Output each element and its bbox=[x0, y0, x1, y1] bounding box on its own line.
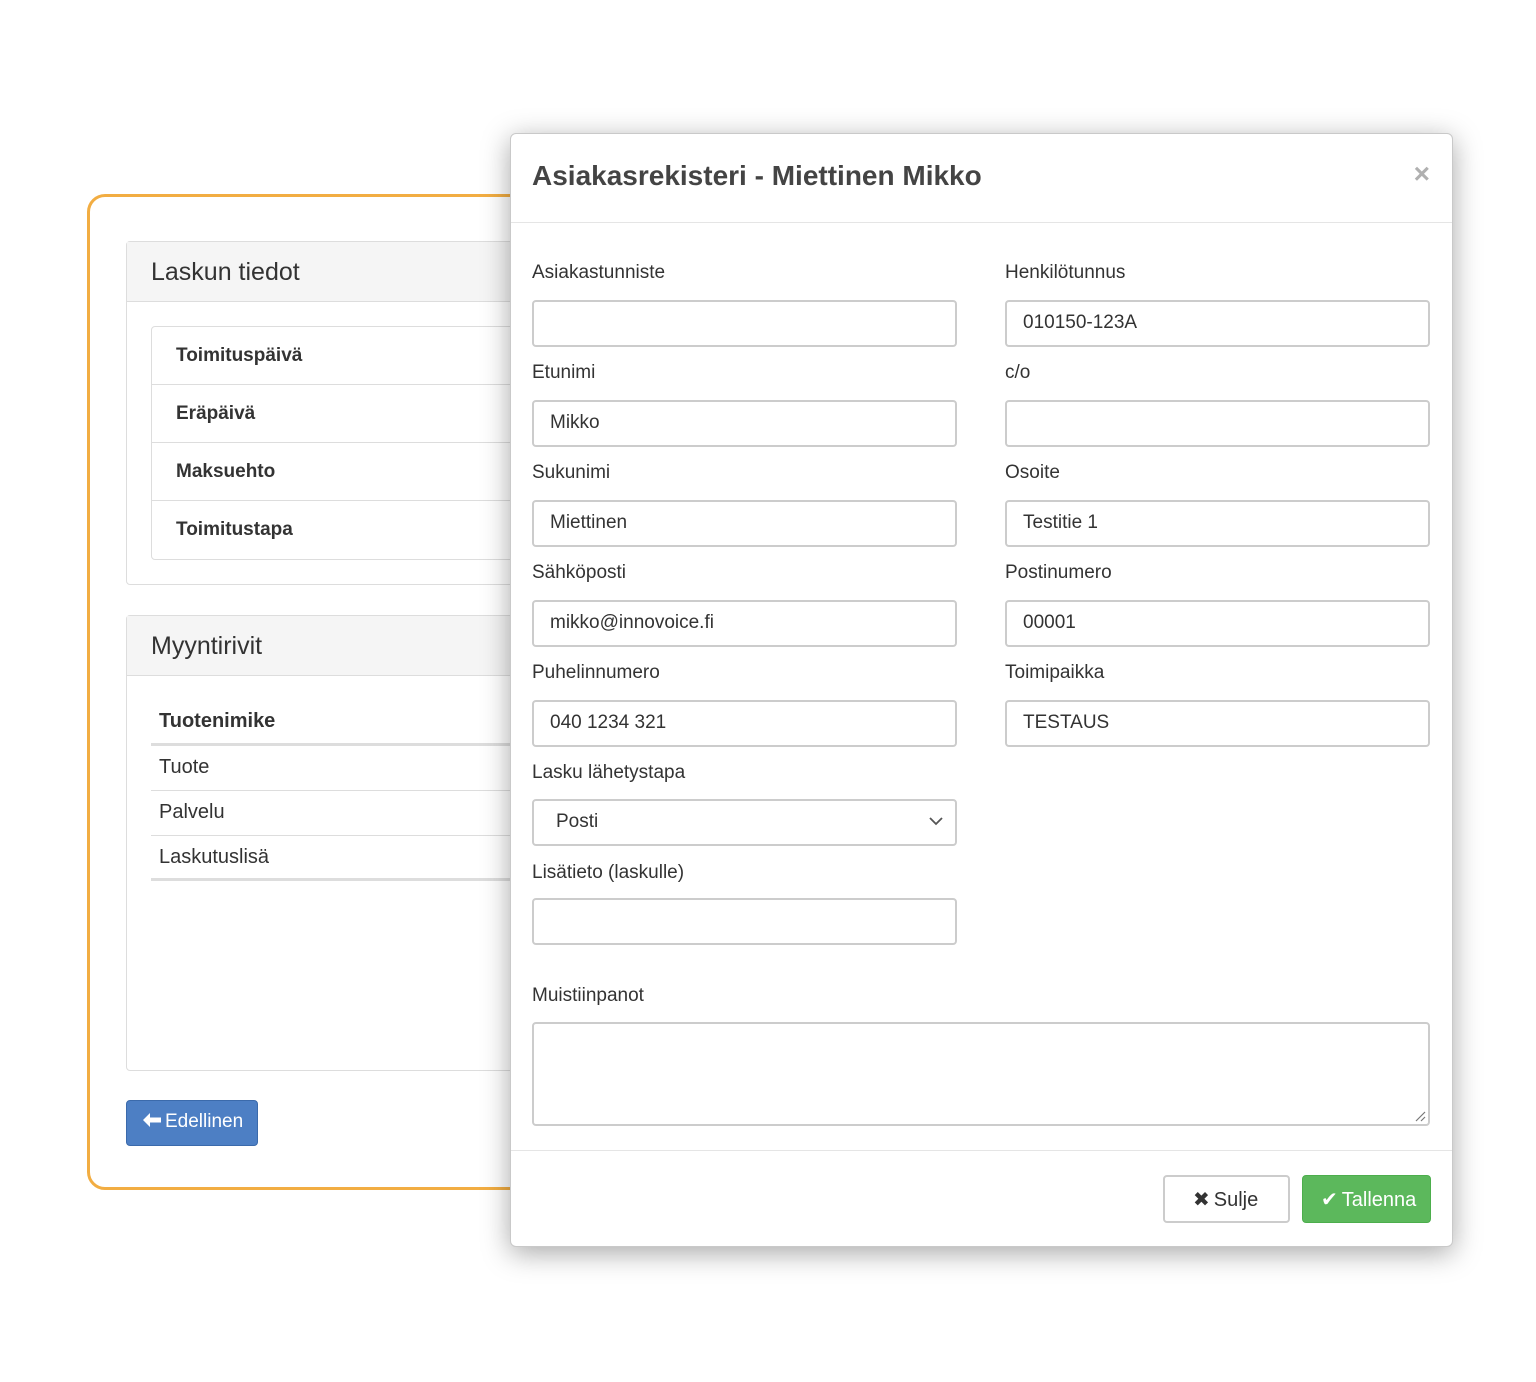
phone-label: Puhelinnumero bbox=[532, 662, 660, 683]
last-name-input[interactable]: Miettinen bbox=[532, 500, 957, 547]
postal-code-label: Postinumero bbox=[1005, 562, 1112, 583]
email-label: Sähköposti bbox=[532, 562, 627, 583]
previous-button[interactable]: Edellinen bbox=[126, 1100, 258, 1146]
modal-header: Asiakasrekisteri - Miettinen Mikko × bbox=[511, 134, 1452, 223]
care-of-label: c/o bbox=[1005, 362, 1031, 383]
modal-footer: ✖ Sulje ✔ Tallenna bbox=[511, 1150, 1452, 1246]
customer-id-label: Asiakastunniste bbox=[532, 262, 666, 283]
city-label: Toimipaikka bbox=[1005, 662, 1105, 683]
invoice-note-input[interactable] bbox=[532, 898, 957, 945]
save-button-label: Tallenna bbox=[1341, 1189, 1417, 1211]
customer-id-input[interactable] bbox=[532, 300, 957, 347]
close-button[interactable]: ✖ Sulje bbox=[1163, 1175, 1290, 1223]
first-name-label: Etunimi bbox=[532, 362, 596, 383]
save-button[interactable]: ✔ Tallenna bbox=[1302, 1175, 1431, 1223]
resize-grip-icon[interactable] bbox=[1414, 1110, 1426, 1122]
last-name-label: Sukunimi bbox=[532, 462, 611, 483]
email-input[interactable]: mikko@innovoice.fi bbox=[532, 600, 957, 647]
x-icon: ✖ bbox=[1193, 1189, 1210, 1211]
close-icon[interactable]: × bbox=[1414, 160, 1430, 188]
chevron-down-icon bbox=[929, 817, 943, 826]
check-icon: ✔ bbox=[1321, 1189, 1338, 1211]
delivery-method-value: Posti bbox=[556, 811, 599, 832]
modal-title: Asiakasrekisteri - Miettinen Mikko bbox=[532, 160, 982, 191]
delivery-method-label: Lasku lähetystapa bbox=[532, 762, 686, 783]
ssn-label: Henkilötunnus bbox=[1005, 262, 1126, 283]
phone-input[interactable]: 040 1234 321 bbox=[532, 700, 957, 747]
address-input[interactable]: Testitie 1 bbox=[1005, 500, 1430, 547]
care-of-input[interactable] bbox=[1005, 400, 1430, 447]
notes-textarea[interactable] bbox=[532, 1022, 1430, 1126]
city-input[interactable]: TESTAUS bbox=[1005, 700, 1430, 747]
arrow-left-icon bbox=[143, 1111, 161, 1133]
ssn-input[interactable]: 010150-123A bbox=[1005, 300, 1430, 347]
invoice-note-label: Lisätieto (laskulle) bbox=[532, 862, 685, 883]
previous-button-label: Edellinen bbox=[165, 1111, 244, 1132]
first-name-input[interactable]: Mikko bbox=[532, 400, 957, 447]
postal-code-input[interactable]: 00001 bbox=[1005, 600, 1430, 647]
customer-register-modal: Asiakasrekisteri - Miettinen Mikko × Asi… bbox=[510, 133, 1453, 1247]
close-button-label: Sulje bbox=[1213, 1189, 1259, 1211]
notes-label: Muistiinpanot bbox=[532, 985, 644, 1006]
address-label: Osoite bbox=[1005, 462, 1060, 483]
delivery-method-select[interactable]: Posti bbox=[532, 799, 957, 846]
screen: Laskun tiedot Toimituspäivä Eräpäivä Mak… bbox=[0, 0, 1536, 1382]
